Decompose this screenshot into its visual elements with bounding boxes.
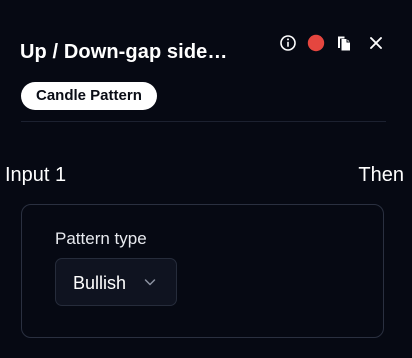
status-dot-icon[interactable] (306, 33, 326, 53)
category-tag: Candle Pattern (21, 82, 157, 110)
pattern-type-value: Bullish (73, 273, 127, 293)
copy-icon[interactable] (334, 33, 354, 53)
output-port-label: Then (358, 164, 404, 186)
close-icon[interactable] (366, 33, 386, 53)
block-title: Up / Down-gap side… (20, 41, 228, 63)
chevron-down-icon (144, 279, 156, 286)
block-panel: Up / Down-gap side… Candle Pattern Input… (0, 0, 412, 358)
pattern-type-select[interactable]: Bullish (55, 258, 177, 306)
pattern-type-label: Pattern type (55, 229, 147, 248)
header-divider (21, 121, 386, 122)
input-port-label: Input 1 (5, 164, 67, 186)
settings-card: Pattern type Bullish (21, 204, 384, 338)
info-icon[interactable] (278, 33, 298, 53)
